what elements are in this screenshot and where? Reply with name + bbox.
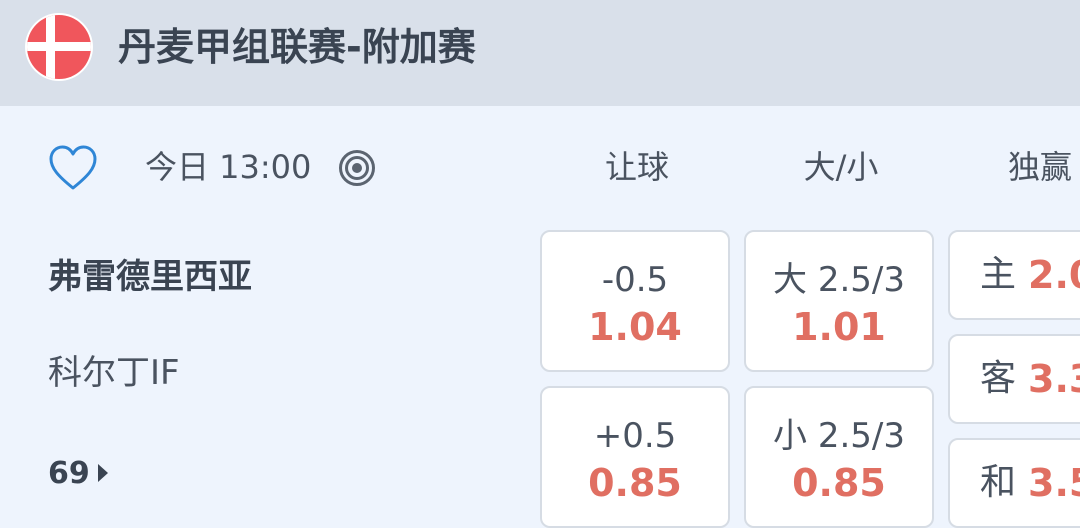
league-title: 丹麦甲组联赛-附加赛 bbox=[118, 25, 476, 69]
column-header-win: 独赢 bbox=[1008, 148, 1073, 186]
win-price: 3.3 bbox=[1028, 357, 1080, 401]
odds-price: 1.04 bbox=[588, 305, 682, 349]
win-label: 和 bbox=[980, 462, 1017, 503]
target-icon[interactable] bbox=[338, 149, 376, 187]
odds-button-win-draw[interactable]: 和 3.5 bbox=[948, 438, 1080, 528]
win-label: 客 bbox=[980, 358, 1017, 399]
win-price: 3.5 bbox=[1028, 461, 1080, 505]
odds-line: +0.5 bbox=[593, 416, 677, 456]
odds-button-handicap-away[interactable]: +0.5 0.85 bbox=[540, 386, 730, 528]
odds-button-over[interactable]: 大 2.5/3 1.01 bbox=[744, 230, 934, 372]
odds-line: -0.5 bbox=[601, 260, 669, 300]
heart-outline-icon[interactable] bbox=[48, 144, 98, 192]
league-header: 丹麦甲组联赛-附加赛 bbox=[0, 0, 1080, 106]
more-markets-button[interactable]: 69 bbox=[48, 452, 108, 496]
odds-button-win-home[interactable]: 主 2.0 bbox=[948, 230, 1080, 320]
more-markets-count: 69 bbox=[48, 456, 90, 491]
column-header-handicap: 让球 bbox=[604, 148, 669, 186]
column-header-over-under: 大/小 bbox=[803, 148, 879, 186]
denmark-flag-icon bbox=[25, 13, 93, 81]
odds-button-under[interactable]: 小 2.5/3 0.85 bbox=[744, 386, 934, 528]
odds-button-handicap-home[interactable]: -0.5 1.04 bbox=[540, 230, 730, 372]
odds-line: 小 2.5/3 bbox=[773, 416, 905, 456]
home-team-name[interactable]: 弗雷德里西亚 bbox=[48, 252, 252, 302]
odds-price: 0.85 bbox=[588, 461, 682, 505]
match-time: 今日 13:00 bbox=[145, 148, 312, 186]
win-price: 2.0 bbox=[1028, 253, 1080, 297]
odds-price: 1.01 bbox=[792, 305, 886, 349]
win-label: 主 bbox=[980, 254, 1017, 295]
odds-price: 0.85 bbox=[792, 461, 886, 505]
odds-button-win-away[interactable]: 客 3.3 bbox=[948, 334, 1080, 424]
odds-line: 大 2.5/3 bbox=[773, 260, 905, 300]
caret-right-icon bbox=[97, 463, 108, 482]
away-team-name[interactable]: 科尔丁IF bbox=[48, 348, 180, 398]
